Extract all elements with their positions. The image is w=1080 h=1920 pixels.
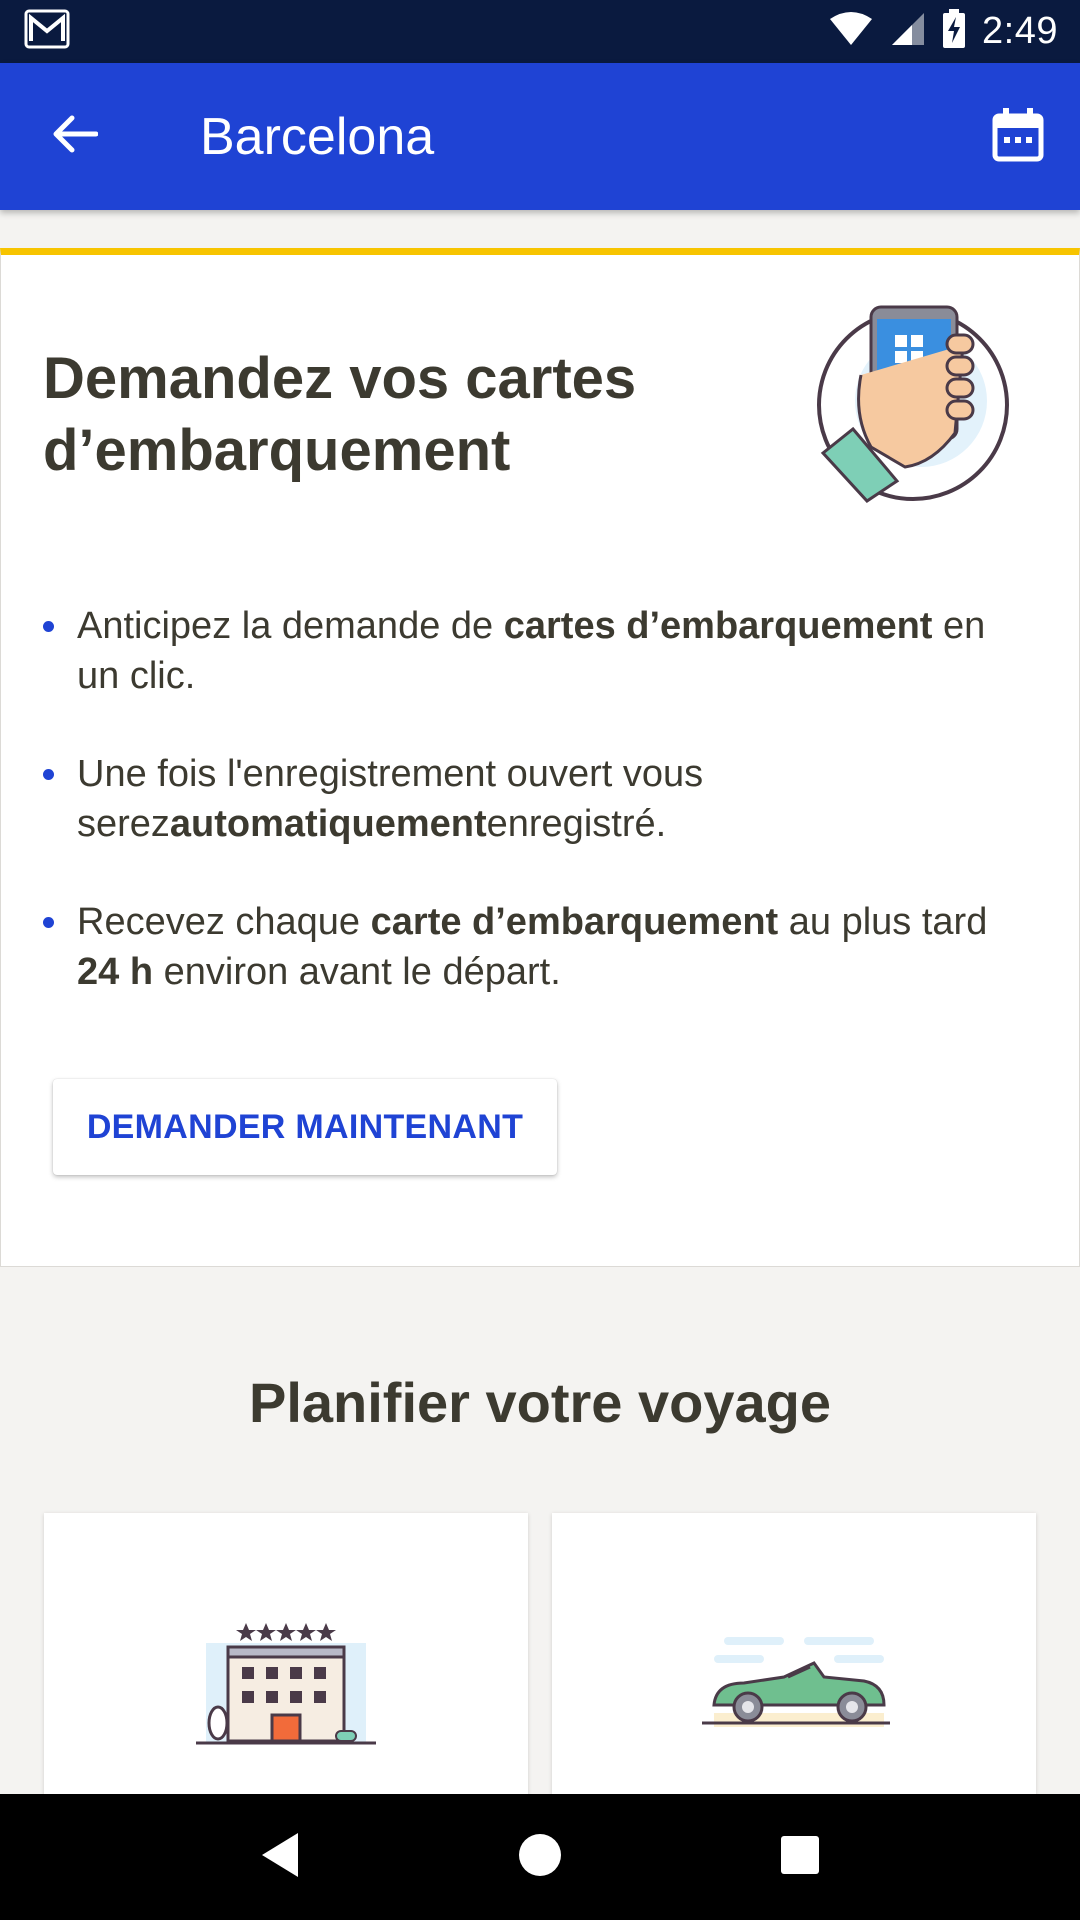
list-item: Recevez chaque carte d’embarquement au p… (43, 897, 1023, 997)
wifi-icon (828, 11, 874, 52)
cell-signal-icon (890, 11, 926, 52)
bullet-dot (43, 769, 54, 780)
car-rental-card[interactable] (552, 1513, 1036, 1813)
page-title: Barcelona (200, 107, 435, 166)
bullet-dot (43, 621, 54, 632)
battery-charging-icon (942, 9, 966, 54)
home-circle-icon (517, 1832, 563, 1883)
request-now-button[interactable]: DEMANDER MAINTENANT (53, 1079, 557, 1175)
list-item: Anticipez la demande de cartes d’embarqu… (43, 601, 1023, 701)
nav-back-button[interactable] (240, 1817, 320, 1897)
recents-square-icon (780, 1835, 820, 1880)
gmail-icon (24, 9, 70, 54)
list-item: Une fois l'enregistrement ouvert vous se… (43, 749, 1023, 849)
nav-home-button[interactable] (500, 1817, 580, 1897)
app-bar: Barcelona (0, 63, 1080, 210)
hotel-icon (186, 1613, 386, 1753)
car-icon (694, 1613, 894, 1753)
section-title: Planifier votre voyage (248, 1371, 831, 1434)
bullet-dot (43, 917, 54, 928)
boarding-pass-card: Demandez vos cartes d’embarquement Antic… (0, 248, 1080, 1267)
calendar-icon (992, 107, 1044, 167)
nav-recents-button[interactable] (760, 1817, 840, 1897)
status-bar: 2:49 (0, 0, 1080, 63)
system-nav-bar (0, 1794, 1080, 1920)
back-button[interactable] (44, 105, 106, 167)
hotel-card[interactable] (44, 1513, 528, 1813)
arrow-back-icon (52, 114, 99, 159)
calendar-button[interactable] (986, 105, 1050, 169)
status-time: 2:49 (982, 10, 1058, 52)
back-triangle-icon (258, 1831, 302, 1884)
card-title: Demandez vos cartes d’embarquement (43, 346, 637, 483)
phone-qr-illustration (813, 305, 1013, 505)
benefits-list: Anticipez la demande de cartes d’embarqu… (43, 601, 1023, 1045)
